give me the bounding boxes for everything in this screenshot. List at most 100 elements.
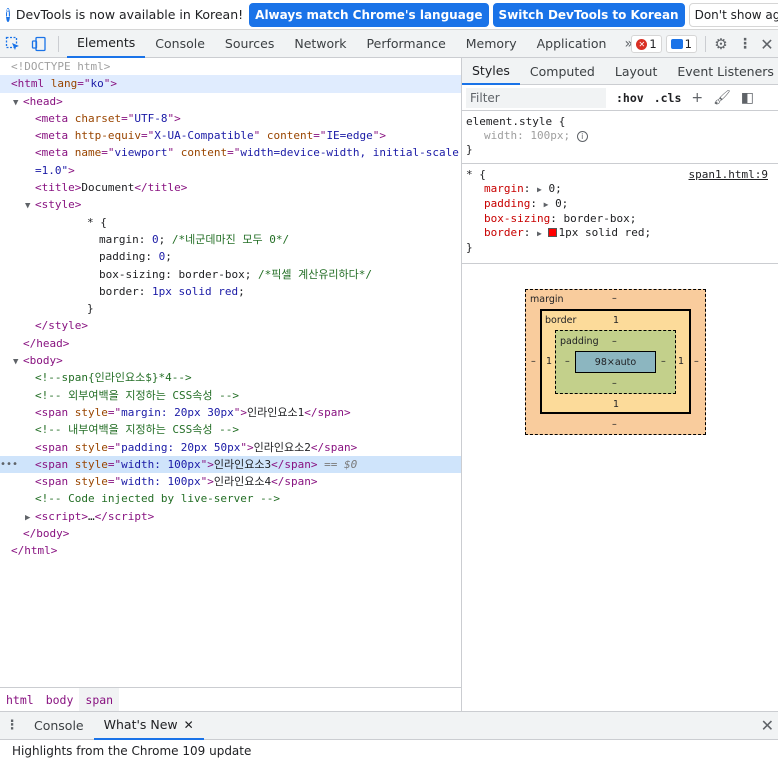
switch-to-korean-button[interactable]: Switch DevTools to Korean <box>492 2 685 27</box>
tab-network[interactable]: Network <box>284 30 356 58</box>
tree-line[interactable]: <span style="padding: 20px 50px">인라인요소2<… <box>0 439 461 456</box>
css-val: 1px solid red <box>152 284 239 298</box>
meta-httpequiv-content: IE=edge <box>326 129 373 143</box>
margin-left[interactable]: – <box>531 356 536 367</box>
css-val: border-box <box>178 267 245 281</box>
tree-line[interactable]: <meta name="viewport" content="width=dev… <box>0 144 461 161</box>
tab-computed[interactable]: Computed <box>520 58 605 85</box>
padding-bottom[interactable]: – <box>612 378 617 389</box>
toggle-sidebar-icon[interactable]: ◧ <box>741 90 754 106</box>
expand-triangle-icon[interactable]: ▶ <box>537 229 542 238</box>
css-val: 0; <box>548 182 562 195</box>
tree-line[interactable]: ▶ <script>…</script> <box>0 508 461 525</box>
info-icon: i <box>6 7 10 22</box>
tree-line[interactable]: ▼ <body> <box>0 352 461 369</box>
css-prop-row[interactable]: border: ▶ 1px solid red; <box>466 226 774 241</box>
close-tab-icon[interactable]: ✕ <box>184 718 194 732</box>
tree-line[interactable]: <title>Document</title> <box>0 179 461 196</box>
tree-line[interactable]: <span style="margin: 20px 30px">인라인요소1</… <box>0 404 461 421</box>
styles-filter-input[interactable] <box>466 87 606 108</box>
css-prop-row[interactable]: box-sizing: border-box; <box>466 212 774 226</box>
css-prop-row[interactable]: margin: ▶ 0; <box>466 182 774 197</box>
padding-top[interactable]: – <box>612 336 617 347</box>
border-right[interactable]: 1 <box>678 356 684 367</box>
margin-top[interactable]: – <box>612 293 617 304</box>
tree-line[interactable]: ▼ <style> <box>0 196 461 213</box>
tab-event-listeners[interactable]: Event Listeners <box>667 58 778 85</box>
tab-memory[interactable]: Memory <box>456 30 527 58</box>
error-count: 1 <box>649 37 657 51</box>
tree-line[interactable]: <!--span{인라인요소$}*4--> <box>0 369 461 386</box>
tree-line[interactable]: </body> <box>0 525 461 542</box>
tab-performance[interactable]: Performance <box>357 30 456 58</box>
tree-line[interactable]: </html> <box>0 542 461 559</box>
tab-elements[interactable]: Elements <box>67 30 146 58</box>
padding-right[interactable]: – <box>661 356 666 367</box>
tree-line[interactable]: =1.0"> <box>0 162 461 179</box>
tab-layout[interactable]: Layout <box>605 58 668 85</box>
tree-line[interactable]: <!-- 내부여백을 지정하는 CSS속성 --> <box>0 421 461 438</box>
css-prop: padding <box>484 197 531 210</box>
breadcrumb-body[interactable]: body <box>40 688 80 711</box>
infobar-message: DevTools is now available in Korean! <box>15 7 244 22</box>
more-actions-icon[interactable]: ••• <box>0 456 18 473</box>
tree-line: padding: 0; <box>99 250 172 264</box>
border-top[interactable]: 1 <box>613 315 619 326</box>
drawer-tab-console[interactable]: Console <box>24 712 94 740</box>
expand-triangle-icon[interactable]: ▶ <box>544 200 549 209</box>
tree-line[interactable]: <span style="width: 100px">인라인요소4</span> <box>0 473 461 490</box>
tree-line[interactable]: </head> <box>0 335 461 352</box>
element-style-prop-row[interactable]: width: 100px; i <box>466 129 774 143</box>
padding-left[interactable]: – <box>565 356 570 367</box>
border-left[interactable]: 1 <box>546 356 552 367</box>
dont-show-again-button[interactable]: Don't show again <box>688 2 778 27</box>
always-match-language-button[interactable]: Always match Chrome's language <box>249 2 489 27</box>
paint-brush-icon[interactable]: 🖌 <box>713 90 731 106</box>
inspect-element-icon[interactable] <box>0 30 26 58</box>
margin-bottom[interactable]: – <box>612 419 617 430</box>
collapsed-ellipsis[interactable]: … <box>88 510 95 523</box>
tab-sources[interactable]: Sources <box>215 30 284 58</box>
toolbar-separator <box>58 35 59 52</box>
rule-source-link[interactable]: span1.html:9 <box>689 168 768 182</box>
tree-line[interactable]: <meta charset="UTF-8"> <box>0 110 461 127</box>
customize-menu-icon[interactable]: ⋮ <box>734 36 756 52</box>
html-comment: <!-- Code injected by live-server --> <box>35 492 281 506</box>
drawer-menu-icon[interactable]: ⋮ <box>0 718 24 733</box>
css-prop-row[interactable]: padding: ▶ 0; <box>466 197 774 212</box>
close-devtools-icon[interactable]: ✕ <box>756 35 778 54</box>
settings-gear-icon[interactable]: ⚙ <box>708 35 734 53</box>
margin-right[interactable]: – <box>694 356 699 367</box>
tree-line-selected[interactable]: ••• <span style="width: 100px">인라인요소3</sp… <box>0 455 461 474</box>
tree-line: box-sizing: border-box; /*픽셀 계산유리하다*/ <box>99 267 373 281</box>
breadcrumb-span[interactable]: span <box>79 688 120 711</box>
breadcrumb-html[interactable]: html <box>0 688 40 711</box>
close-drawer-icon[interactable]: ✕ <box>761 716 774 735</box>
css-prop: margin <box>99 232 139 246</box>
info-icon[interactable]: i <box>576 131 588 142</box>
tab-application[interactable]: Application <box>527 30 617 58</box>
drawer-tab-whats-new[interactable]: What's New ✕ <box>93 712 204 740</box>
css-prop: border <box>484 226 524 239</box>
span-style-value: margin: 20px 30px <box>121 405 234 419</box>
tree-line[interactable]: ▼ <head> <box>0 93 461 110</box>
tree-line[interactable]: <html lang="ko"> <box>0 75 461 93</box>
tree-line[interactable]: <!-- 외부여백을 지정하는 CSS속성 --> <box>0 387 461 404</box>
tab-console[interactable]: Console <box>145 30 215 58</box>
border-bottom[interactable]: 1 <box>613 399 619 410</box>
cls-toggle[interactable]: .cls <box>654 91 682 105</box>
message-count-badge[interactable]: 1 <box>665 35 697 53</box>
hov-toggle[interactable]: :hov <box>616 91 644 105</box>
color-swatch[interactable] <box>548 228 558 237</box>
tree-line[interactable]: <meta http-equiv="X-UA-Compatible" conte… <box>0 127 461 144</box>
box-model-content[interactable]: 98×auto <box>575 351 656 373</box>
tree-line[interactable]: <!-- Code injected by live-server --> <box>0 490 461 507</box>
expand-triangle-icon[interactable]: ▶ <box>537 185 542 194</box>
add-rule-plus-icon[interactable]: + <box>691 90 703 106</box>
tree-line[interactable]: </style> <box>0 317 461 334</box>
tree-line[interactable]: <!DOCTYPE html> <box>0 58 461 75</box>
tab-styles[interactable]: Styles <box>462 58 520 85</box>
styles-filter-bar: :hov .cls + 🖌 ◧ <box>462 85 778 111</box>
device-toolbar-icon[interactable] <box>26 30 52 58</box>
error-count-badge[interactable]: ✕ 1 <box>631 35 662 53</box>
